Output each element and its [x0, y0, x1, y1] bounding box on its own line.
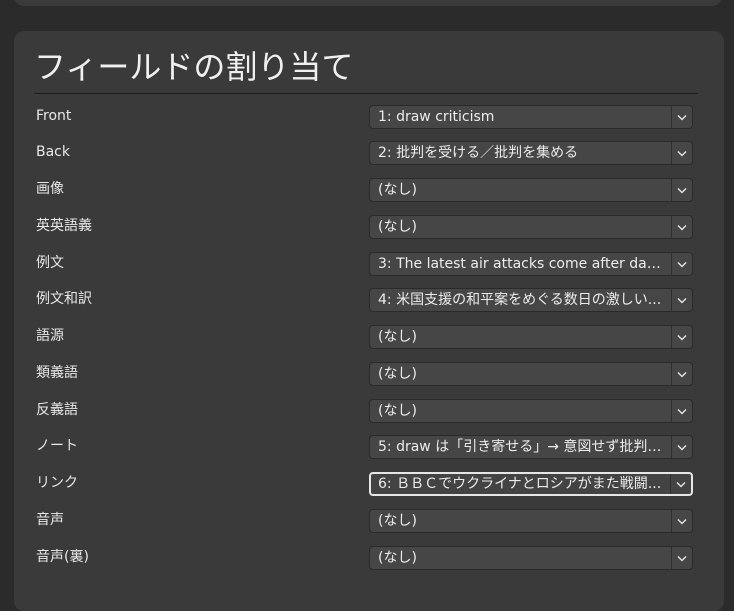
chevron-down-icon: [671, 106, 692, 128]
field-row-link: リンク 6: ＢＢＣでウクライナとロシアがまた戦闘...: [14, 471, 724, 497]
chevron-down-icon: [671, 289, 692, 311]
chevron-down-icon: [671, 363, 692, 385]
select-value: (なし): [378, 219, 417, 235]
select-value: (なし): [378, 329, 417, 345]
select-value: (なし): [378, 403, 417, 419]
field-select-note[interactable]: 5: draw は「引き寄せる」→ 意図せず批判を...: [369, 435, 693, 459]
field-row-image: 画像 (なし): [14, 177, 724, 203]
field-select-front[interactable]: 1: draw criticism: [369, 105, 693, 129]
field-row-note: ノート 5: draw は「引き寄せる」→ 意図せず批判を...: [14, 434, 724, 460]
field-label: 画像: [36, 181, 64, 197]
field-select-antonyms[interactable]: (なし): [369, 399, 693, 423]
panel-title: フィールドの割り当て: [34, 48, 354, 86]
previous-section-panel: [14, 0, 722, 6]
select-value: 1: draw criticism: [378, 109, 495, 125]
field-mapping-panel: フィールドの割り当て Front 1: draw criticism Back …: [14, 31, 724, 611]
field-select-example-translation[interactable]: 4: 米国支援の和平案をめぐる数日の激しい...: [369, 288, 693, 312]
chevron-down-icon: [671, 400, 692, 422]
field-select-audio-back[interactable]: (なし): [369, 546, 693, 570]
chevron-down-icon: [671, 547, 692, 569]
field-select-audio[interactable]: (なし): [369, 509, 693, 533]
chevron-down-icon: [671, 216, 692, 238]
field-label: 反義語: [36, 402, 78, 418]
chevron-down-icon: [671, 179, 692, 201]
select-value: (なし): [378, 182, 417, 198]
field-select-back[interactable]: 2: 批判を受ける／批判を集める: [369, 141, 693, 165]
field-label: 類義語: [36, 365, 78, 381]
field-label: 英英語義: [36, 218, 92, 234]
field-select-image[interactable]: (なし): [369, 178, 693, 202]
field-label: 例文: [36, 255, 64, 271]
chevron-down-icon: [671, 436, 692, 458]
chevron-down-icon: [671, 142, 692, 164]
field-row-etymology: 語源 (なし): [14, 324, 724, 350]
field-label: 例文和訳: [36, 291, 92, 307]
field-label: ノート: [36, 438, 78, 454]
field-select-link[interactable]: 6: ＢＢＣでウクライナとロシアがまた戦闘...: [369, 472, 693, 496]
chevron-down-icon: [670, 474, 691, 494]
field-select-example[interactable]: 3: The latest air attacks come after day…: [369, 252, 693, 276]
field-row-english-definition: 英英語義 (なし): [14, 214, 724, 240]
field-label: 語源: [36, 328, 64, 344]
chevron-down-icon: [671, 253, 692, 275]
select-value: (なし): [378, 513, 417, 529]
field-row-example-translation: 例文和訳 4: 米国支援の和平案をめぐる数日の激しい...: [14, 287, 724, 313]
field-label: 音声: [36, 512, 64, 528]
title-divider: [34, 93, 698, 94]
field-row-synonyms: 類義語 (なし): [14, 361, 724, 387]
field-row-front: Front 1: draw criticism: [14, 104, 724, 130]
field-row-audio-back: 音声(裏) (なし): [14, 545, 724, 571]
select-value: 5: draw は「引き寄せる」→ 意図せず批判を...: [378, 439, 662, 455]
select-value: 2: 批判を受ける／批判を集める: [378, 145, 579, 161]
field-row-antonyms: 反義語 (なし): [14, 398, 724, 424]
select-value: (なし): [378, 366, 417, 382]
field-label: 音声(裏): [36, 549, 89, 565]
field-select-etymology[interactable]: (なし): [369, 325, 693, 349]
select-value: 6: ＢＢＣでウクライナとロシアがまた戦闘...: [378, 476, 662, 492]
select-value: (なし): [378, 550, 417, 566]
field-label: Front: [36, 108, 72, 124]
chevron-down-icon: [671, 510, 692, 532]
chevron-down-icon: [671, 326, 692, 348]
field-row-back: Back 2: 批判を受ける／批判を集める: [14, 140, 724, 166]
select-value: 4: 米国支援の和平案をめぐる数日の激しい...: [378, 292, 662, 308]
field-select-english-definition[interactable]: (なし): [369, 215, 693, 239]
field-label: リンク: [36, 475, 78, 491]
select-value: 3: The latest air attacks come after day…: [378, 256, 662, 272]
field-row-example: 例文 3: The latest air attacks come after …: [14, 251, 724, 277]
field-row-audio: 音声 (なし): [14, 508, 724, 534]
field-select-synonyms[interactable]: (なし): [369, 362, 693, 386]
field-label: Back: [36, 144, 70, 160]
